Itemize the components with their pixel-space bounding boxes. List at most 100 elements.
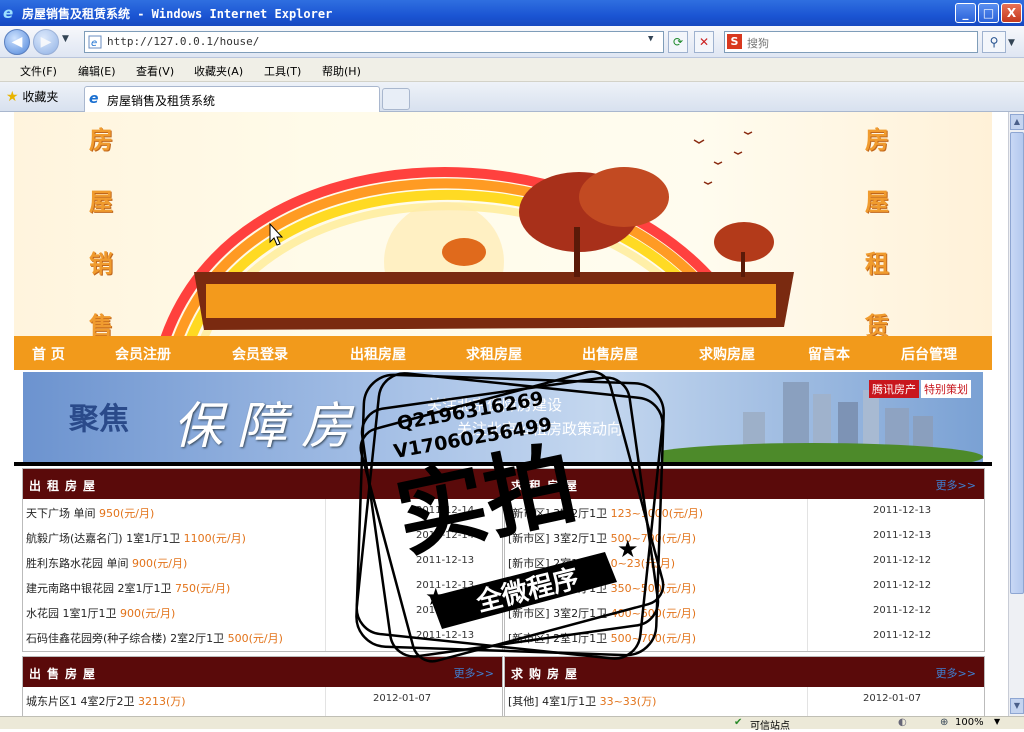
star-icon: ★: [6, 89, 19, 105]
more-link[interactable]: 更多>>: [936, 665, 976, 681]
item-price: 950(元/月): [99, 507, 155, 520]
panel-title: 求购房屋: [511, 667, 584, 681]
item-date: 2011-12-13: [416, 555, 475, 566]
item-price: 3213(万): [138, 695, 186, 708]
list-item[interactable]: 航毅广场(达嘉名门) 1室1厅1卫 1100(元/月) 2011-12-14: [23, 524, 502, 549]
scroll-down-button[interactable]: ▼: [1010, 698, 1024, 714]
list-item[interactable]: [新市区] 2室1厅1卫 0~23(元/月) 2011-12-12: [505, 549, 984, 574]
menu-file[interactable]: 文件(F): [20, 63, 57, 79]
menu-view[interactable]: 查看(V): [136, 63, 174, 79]
list-item[interactable]: [新市区] 3室2厅1卫 123~1000(元/月) 2011-12-13: [505, 499, 984, 524]
list-item[interactable]: 胜利东路水花园 单间 900(元/月) 2011-12-13: [23, 549, 502, 574]
panel-want-buy: 求购房屋 更多>> [其他] 4室1厅1卫 33~33(万) 2012-01-07: [504, 656, 985, 716]
tag-special: 特别策划: [921, 380, 971, 398]
list-item[interactable]: [新市区] 2室1厅1卫 500~700(元/月) 2011-12-12: [505, 624, 984, 649]
item-text[interactable]: 胜利东路水花园 单间: [26, 557, 132, 570]
item-text[interactable]: 城东片区1 4室2厅2卫: [26, 695, 138, 708]
tag-tencent: 腾讯房产: [869, 380, 919, 398]
focus-banner[interactable]: 聚焦 保障房 关注北京保障房建设 关注北京公租房政策动向 腾讯房产 特别策划: [23, 372, 983, 462]
nav-sale[interactable]: 出售房屋: [582, 344, 638, 364]
item-text[interactable]: [新市区] 2室1厅1卫: [508, 582, 611, 595]
item-text[interactable]: 航毅广场(达嘉名门) 1室1厅1卫: [26, 532, 184, 545]
scroll-up-button[interactable]: ▲: [1010, 114, 1024, 130]
search-icon[interactable]: ⚲: [982, 31, 1006, 53]
nav-want-buy[interactable]: 求购房屋: [699, 344, 755, 364]
stop-button[interactable]: ✕: [694, 31, 714, 53]
item-date: 2011-12-12: [873, 580, 932, 591]
maximize-button[interactable]: □: [978, 3, 999, 23]
list-item[interactable]: 城东片区1 4室2厅2卫 3213(万) 2012-01-07: [23, 687, 502, 712]
item-text[interactable]: 石码佳鑫花园旁(种子综合楼) 2室2厅1卫: [26, 632, 228, 645]
item-text[interactable]: [其他] 4室1厅1卫: [508, 695, 600, 708]
item-date: 2011-12-13: [416, 580, 475, 591]
list-item[interactable]: [其他] 4室1厅1卫 33~33(万) 2012-01-07: [505, 687, 984, 712]
item-date: 2011-12-13: [416, 630, 475, 641]
search-box[interactable]: S 搜狗: [724, 31, 978, 53]
list-item[interactable]: [新市区] 2室1厅1卫 350~500(元/月) 2011-12-12: [505, 574, 984, 599]
nav-admin[interactable]: 后台管理: [901, 344, 957, 364]
item-text[interactable]: [新市区] 3室2厅1卫: [508, 507, 611, 520]
item-text[interactable]: 水花园 1室1厅1卫: [26, 607, 120, 620]
search-input[interactable]: 搜狗: [747, 35, 769, 51]
panel-rent: 出租房屋 天下广场 单间 950(元/月) 2011-12-14 航毅广场(达嘉名…: [22, 468, 503, 652]
nav-guestbook[interactable]: 留言本: [808, 344, 850, 364]
item-text[interactable]: [新市区] 2室1厅1卫: [508, 632, 611, 645]
list-item[interactable]: [新市区] 3室2厅1卫 400~600(元/月) 2011-12-12: [505, 599, 984, 624]
favorites-label: 收藏夹: [22, 90, 59, 104]
menu-favorites[interactable]: 收藏夹(A): [194, 63, 243, 79]
nav-login[interactable]: 会员登录: [232, 344, 288, 364]
item-price: 500(元/月): [227, 632, 283, 645]
item-text[interactable]: 天下广场 单间: [26, 507, 99, 520]
item-price: 123~1000(元/月): [610, 507, 704, 520]
address-input[interactable]: http://127.0.0.1/house/: [107, 35, 259, 48]
item-date: 2011-12-12: [873, 630, 932, 641]
item-text[interactable]: [新市区] 2室1厅1卫: [508, 557, 611, 570]
item-date: 2011-12-12: [873, 555, 932, 566]
vertical-scrollbar[interactable]: ▲ ▼: [1008, 112, 1024, 716]
tab-title: 房屋销售及租赁系统: [107, 94, 216, 108]
nav-rent-out[interactable]: 出租房屋: [350, 344, 406, 364]
security-zone[interactable]: 可信站点: [750, 717, 790, 732]
favorites-button[interactable]: ★ 收藏夹: [6, 88, 58, 105]
forward-button[interactable]: ▶: [33, 29, 59, 55]
item-text[interactable]: [新市区] 3室2厅1卫: [508, 607, 611, 620]
close-button[interactable]: X: [1001, 3, 1022, 23]
menu-bar: 文件(F) 编辑(E) 查看(V) 收藏夹(A) 工具(T) 帮助(H): [0, 58, 1024, 82]
item-date: 2012-01-07: [373, 693, 432, 704]
address-bar[interactable]: e http://127.0.0.1/house/ ▼: [84, 31, 664, 53]
list-item[interactable]: 水花园 1室1厅1卫 900(元/月) 2011-12-13: [23, 599, 502, 624]
menu-tools[interactable]: 工具(T): [264, 63, 301, 79]
ie-logo-icon: e: [3, 4, 14, 22]
zoom-level[interactable]: 100%: [955, 717, 984, 728]
page-content: 房 屋 销 售 房 屋 租 赁 首 页 会员注册 会员登录 出租房屋 求租房屋 …: [14, 112, 992, 716]
history-dropdown-icon[interactable]: ▼: [62, 34, 69, 44]
list-item[interactable]: [新市区] 3室2厅1卫 500~700(元/月) 2011-12-13: [505, 524, 984, 549]
menu-edit[interactable]: 编辑(E): [78, 63, 116, 79]
nav-want-rent[interactable]: 求租房屋: [466, 344, 522, 364]
more-link[interactable]: 更多>>: [454, 665, 494, 681]
list-item[interactable]: 石码佳鑫花园旁(种子综合楼) 2室2厅1卫 500(元/月) 2011-12-13: [23, 624, 502, 649]
scroll-thumb[interactable]: [1010, 132, 1024, 594]
status-bar: ✔ 可信站点 ◐ ⊕ 100% ▼: [0, 716, 1024, 732]
nav-register[interactable]: 会员注册: [115, 344, 171, 364]
back-button[interactable]: ◀: [4, 29, 30, 55]
item-price: 500~700(元/月): [610, 632, 697, 645]
item-text[interactable]: 建元南路中银花园 2室1厅1卫: [26, 582, 175, 595]
focus-label: 聚焦: [69, 402, 129, 437]
list-item[interactable]: 天下广场 单间 950(元/月) 2011-12-14: [23, 499, 502, 524]
search-options-icon[interactable]: ▼: [1008, 38, 1015, 48]
more-link[interactable]: 更多>>: [936, 477, 976, 493]
address-dropdown-icon[interactable]: ▼: [648, 34, 653, 44]
list-item[interactable]: 建元南路中银花园 2室1厅1卫 750(元/月) 2011-12-13: [23, 574, 502, 599]
zoom-dropdown-icon[interactable]: ▼: [994, 717, 1000, 726]
new-tab-button[interactable]: [382, 88, 410, 110]
menu-help[interactable]: 帮助(H): [322, 63, 361, 79]
panel-want-rent: 求租房屋 更多>> [新市区] 3室2厅1卫 123~1000(元/月) 2011…: [504, 468, 985, 652]
sogou-logo-icon: S: [727, 34, 742, 49]
item-price: 0~23(元/月): [610, 557, 676, 570]
refresh-button[interactable]: ⟳: [668, 31, 688, 53]
tab-house-system[interactable]: e 房屋销售及租赁系统: [84, 86, 380, 112]
item-text[interactable]: [新市区] 3室2厅1卫: [508, 532, 611, 545]
minimize-button[interactable]: _: [955, 3, 976, 23]
nav-home[interactable]: 首 页: [32, 344, 65, 364]
